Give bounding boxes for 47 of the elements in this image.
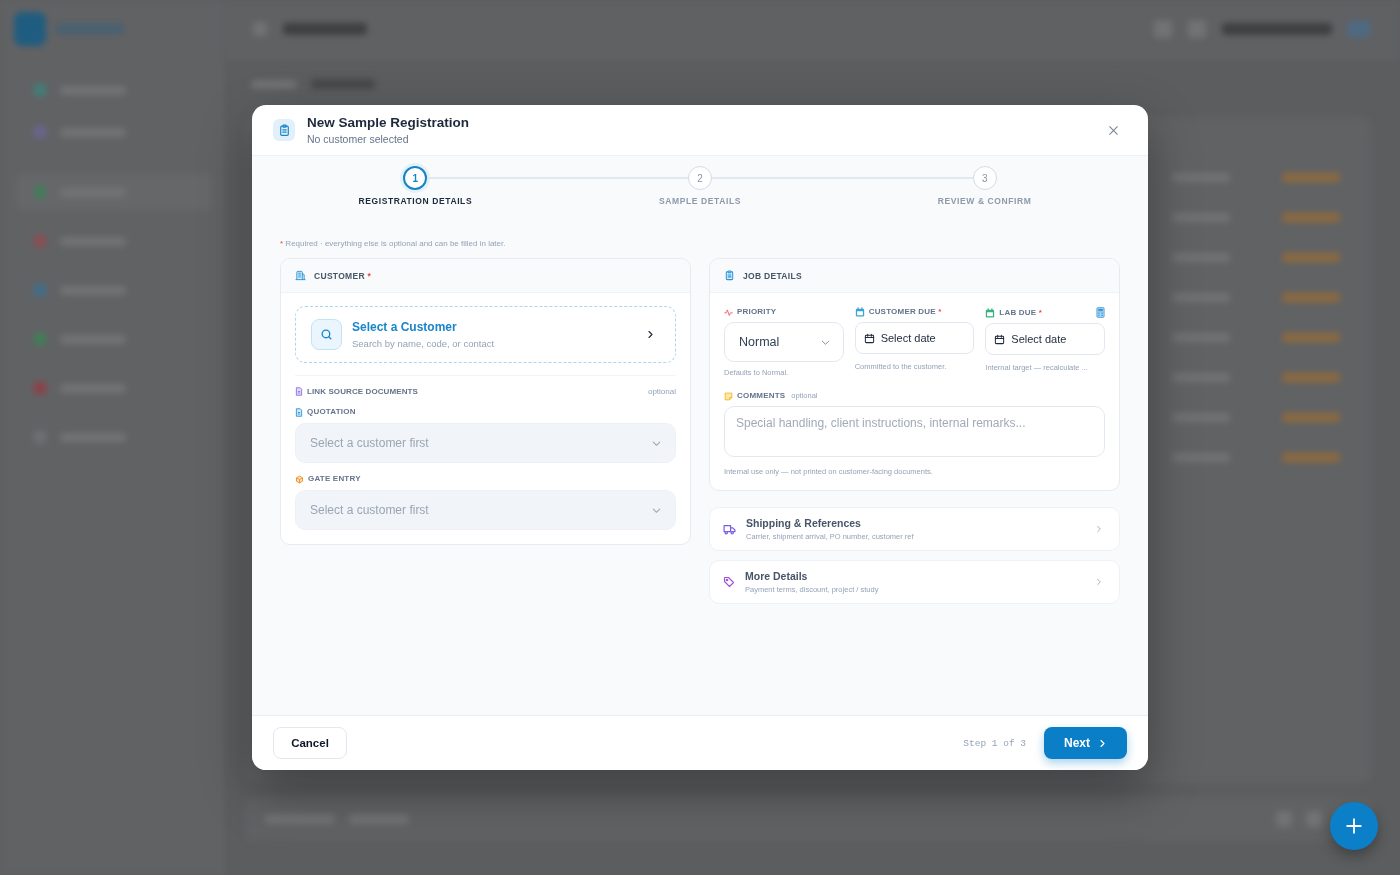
calendar-icon [994,333,1006,345]
field-label: QUOTATION [307,407,356,417]
chevron-right-icon [646,330,655,339]
step-label[interactable]: REGISTRATION DETAILS [358,196,473,207]
plus-icon [1345,817,1363,835]
next-button[interactable]: Next [1044,727,1127,759]
document-icon [295,407,303,417]
calendar-icon [863,332,875,344]
section-title: JOB DETAILS [743,270,802,281]
box-icon [295,474,304,484]
priority-select[interactable]: Normal [724,322,844,362]
close-icon [1107,123,1120,137]
activity-icon [724,307,733,317]
close-button[interactable] [1107,123,1120,137]
clipboard-icon [273,119,295,141]
optional-note: optional [647,387,676,396]
document-icon [295,387,303,396]
cancel-button[interactable]: Cancel [273,727,347,759]
step-label[interactable]: REVIEW & CONFIRM [937,196,1032,207]
field-label: CUSTOMER DUE * [868,307,942,317]
field-label: GATE ENTRY [308,474,361,484]
add-button[interactable] [1330,802,1378,850]
tag-icon [723,576,735,588]
date-field[interactable]: Select date [985,323,1105,355]
calculator-icon[interactable] [1096,307,1105,318]
field-label: LAB DUE * [999,307,1043,318]
truck-icon [723,523,736,535]
step-counter: Step 1 of 3 [963,737,1026,749]
building-icon [295,270,306,281]
chevron-right-icon [1098,738,1107,748]
comments-field[interactable]: Special handling, client instructions, internal remarks... [724,406,1105,457]
section-title: CUSTOMER * [314,270,372,281]
field-label: COMMENTS [737,391,786,401]
search-icon [311,319,342,350]
step-circle[interactable]: 2 [688,166,712,190]
clipboard-icon [724,270,735,281]
subsection-title: LINK SOURCE DOCUMENTS [307,387,418,396]
step-label[interactable]: SAMPLE DETAILS [659,196,741,207]
dialog-title: New Sample Registration [307,114,470,132]
required-note: * Required · everything else is optional and can be filled in later. [280,239,507,249]
note-icon [724,391,733,401]
date-field[interactable]: Select date [854,322,975,354]
field-label: PRIORITY [737,307,777,317]
customer-picker[interactable]: Select a Customer Search by name, code, or contact [295,306,676,363]
step-circle[interactable]: 1 [403,166,428,190]
dialog-subtitle: No customer selected [307,132,409,146]
step-circle[interactable]: 3 [972,166,997,190]
